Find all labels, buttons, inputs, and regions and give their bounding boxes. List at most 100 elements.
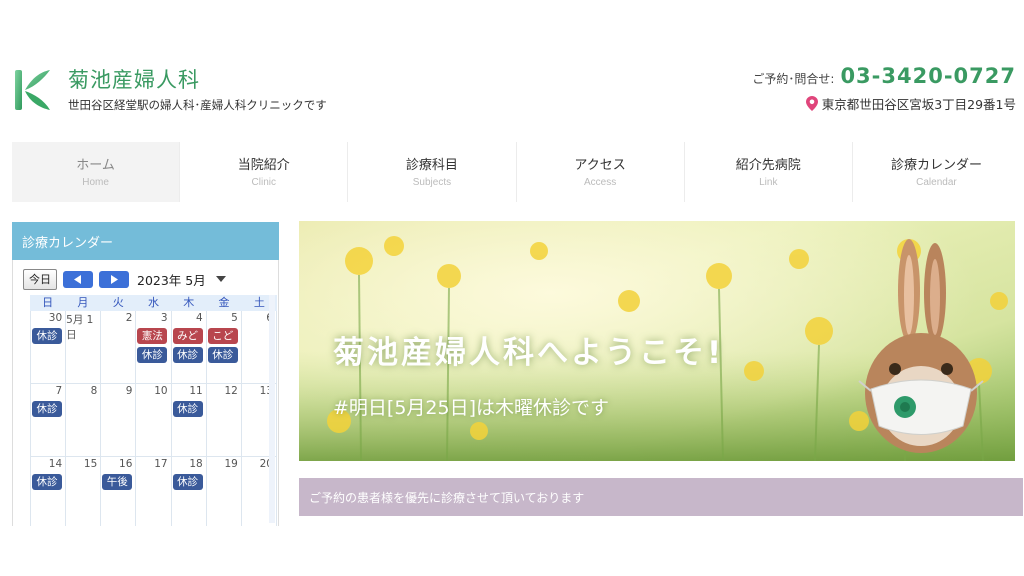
site-name[interactable]: 菊池産婦人科	[68, 64, 200, 94]
nav-label: 診療科目	[405, 158, 458, 173]
month-label: 2023年 5月	[137, 272, 206, 288]
weekday-label: 日	[42, 296, 54, 309]
day-number: 19	[224, 458, 238, 470]
hero-subtitle: #明日[5月25日]は木曜休診です	[333, 397, 610, 419]
calendar-day[interactable]: 2	[100, 311, 136, 384]
day-number: 2	[125, 312, 133, 324]
site-tagline: 世田谷区経堂駅の婦人科･産婦人科クリニックです	[68, 98, 327, 112]
day-number: 10	[154, 385, 168, 397]
arrow-right-icon	[111, 274, 118, 284]
today-button[interactable]: 今日	[23, 268, 57, 290]
address-row: 東京都世田谷区宮坂3丁目29番1号	[752, 94, 1016, 113]
nav-item-home[interactable]: ホーム Home	[12, 142, 181, 202]
main-nav: ホーム Home 当院紹介 Clinic 診療科目 Subjects アクセス …	[12, 142, 1021, 202]
hero-banner: 菊池産婦人科へようこそ! #明日[5月25日]は木曜休診です	[299, 221, 1015, 461]
phone-row: ご予約･問合せ: 03-3420-0727	[752, 64, 1016, 88]
calendar-day[interactable]: 14 休診	[30, 457, 65, 526]
day-number: 14	[48, 458, 63, 470]
calendar-event[interactable]: 午後	[102, 474, 133, 490]
calendar-week: 30休診5月 1日23憲法休診4みど休診5こど休診6	[30, 311, 277, 384]
calendar-toolbar: 今日 2023年 5月	[23, 268, 226, 290]
nav-label: アクセス	[574, 158, 626, 173]
calendar-event[interactable]: みど	[172, 328, 203, 344]
day-number: 5	[231, 312, 238, 324]
day-number: 18	[189, 458, 203, 470]
calendar-widget: 今日 2023年 5月 日 月 火 水 木 金 土 30 休診 5月 1日 2 3 憲法休…	[12, 260, 279, 526]
nav-sublabel: Calendar	[916, 177, 957, 188]
notice-bar: ご予約の患者様を優先に診療させて頂いております	[299, 478, 1023, 516]
calendar-event[interactable]: こど	[207, 328, 238, 344]
clinic-logo-icon[interactable]	[14, 68, 52, 112]
calendar-event[interactable]: 休診	[172, 347, 203, 363]
calendar-day[interactable]: 9	[100, 384, 136, 457]
calendar-day[interactable]: 15	[65, 457, 100, 526]
calendar-event[interactable]: 憲法	[137, 328, 168, 344]
day-events: 休診	[32, 401, 64, 420]
weekday-label: 水	[147, 296, 159, 309]
address-text: 東京都世田谷区宮坂3丁目29番1号	[821, 97, 1016, 112]
calendar-day[interactable]: 18 休診	[170, 457, 206, 526]
nav-label: 紹介先病院	[735, 158, 801, 173]
day-events: 休診	[32, 474, 64, 493]
phone-number[interactable]: 03-3420-0727	[840, 64, 1016, 88]
day-number: 30	[48, 312, 63, 324]
calendar-day[interactable]: 7 休診	[30, 384, 66, 457]
nav-item-calendar[interactable]: 診療カレンダー Calendar	[852, 142, 1021, 202]
calendar-week: 14 休診 15 16 午後 17 18 休診 19 20	[30, 457, 277, 526]
calendar-grid: 日 月 火 水 木 金 土 30休診5月 1日23憲法休診4みど休診5こど休診6…	[30, 295, 277, 526]
nav-sublabel: Subjects	[412, 177, 452, 188]
nav-item-subjects[interactable]: 診療科目 Subjects	[348, 142, 517, 202]
day-number: 15	[83, 458, 98, 470]
day-events: 休診	[172, 474, 205, 493]
calendar-title: 診療カレンダー	[12, 222, 279, 260]
chevron-down-icon[interactable]	[215, 276, 226, 282]
calendar-week: 7 休診 8 9 10 11 休診 12 13	[30, 384, 277, 457]
day-number: 7	[55, 385, 63, 397]
calendar-event[interactable]: 休診	[172, 401, 203, 417]
day-number: 8	[90, 385, 98, 397]
calendar-day[interactable]: 10	[135, 384, 171, 457]
nav-sublabel: Home	[82, 177, 109, 188]
calendar-event[interactable]: 休診	[32, 328, 62, 344]
calendar-day[interactable]: 5月 1日	[65, 311, 101, 384]
calendar-panel: 診療カレンダー 今日 2023年 5月 日 月 火 水 木 金 土 30 休診 …	[12, 222, 279, 526]
calendar-day[interactable]: 16 午後	[100, 457, 135, 526]
calendar-event[interactable]: 休診	[137, 347, 168, 363]
calendar-scrollbar[interactable]	[269, 295, 275, 523]
nav-item-link[interactable]: 紹介先病院 Link	[684, 142, 853, 202]
nav-sublabel: Access	[583, 177, 617, 188]
weekday-label: 木	[183, 296, 195, 309]
calendar-day[interactable]: 5 こど休診	[205, 311, 241, 384]
calendar-day[interactable]: 17	[135, 457, 170, 526]
calendar-event[interactable]: 休診	[172, 474, 203, 490]
calendar-day[interactable]: 12	[205, 384, 241, 457]
nav-label: 診療カレンダー	[890, 158, 982, 173]
calendar-event[interactable]: 休診	[32, 474, 62, 490]
calendar-day[interactable]: 30 休診	[30, 311, 66, 384]
calendar-day[interactable]: 3 憲法 休診	[135, 311, 171, 384]
day-number: 11	[189, 385, 203, 397]
weekday-header: 日 月 火 水 木 金 土	[30, 295, 277, 311]
calendar-event[interactable]: 休診	[207, 347, 238, 363]
nav-sublabel: Link	[759, 177, 778, 188]
site-header: 菊池産婦人科 世田谷区経堂駅の婦人科･産婦人科クリニックです ご予約･問合せ: …	[0, 0, 1024, 140]
day-number: 9	[125, 385, 133, 397]
map-pin-icon	[805, 96, 818, 111]
weekday-label: 火	[112, 296, 124, 309]
calendar-day[interactable]: 19	[205, 457, 241, 526]
calendar-day[interactable]: 8	[65, 384, 101, 457]
calendar-day[interactable]: 4 みど休診	[170, 311, 206, 384]
day-events: みど 休診	[172, 328, 205, 366]
day-number: 4	[196, 312, 203, 324]
day-events: 午後	[102, 474, 134, 493]
day-number: 16	[119, 458, 133, 470]
next-month-button[interactable]	[99, 270, 129, 288]
calendar-day[interactable]: 11 休診	[170, 384, 206, 457]
prev-month-button[interactable]	[63, 270, 93, 288]
nav-item-access[interactable]: アクセス Access	[516, 142, 685, 202]
weekday-label: 金	[218, 296, 230, 309]
arrow-left-icon	[74, 274, 81, 284]
day-number: 5月 1日	[66, 314, 94, 341]
calendar-event[interactable]: 休診	[32, 401, 62, 417]
nav-item-clinic[interactable]: 当院紹介 Clinic	[180, 142, 349, 202]
